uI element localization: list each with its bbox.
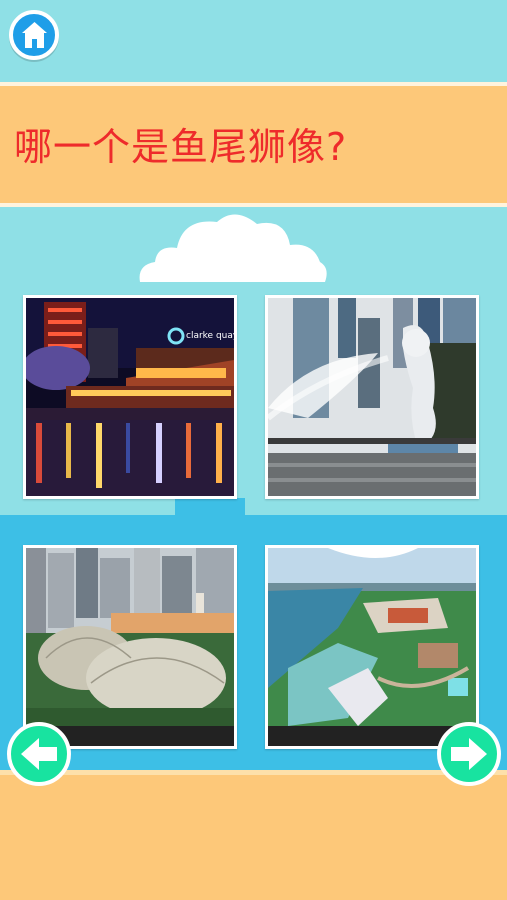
option-sentosa[interactable] <box>265 545 479 749</box>
option-esplanade[interactable] <box>23 545 237 749</box>
sentosa-photo <box>268 548 476 726</box>
prev-button[interactable] <box>7 722 71 786</box>
option-merlion[interactable] <box>265 295 479 499</box>
question-banner: 哪一个是鱼尾狮像? <box>0 82 507 207</box>
home-button[interactable] <box>9 10 59 60</box>
merlion-photo <box>268 298 476 496</box>
question-text: 哪一个是鱼尾狮像? <box>14 125 348 169</box>
esplanade-photo <box>26 548 234 726</box>
building <box>482 535 507 555</box>
home-icon <box>22 22 47 48</box>
option-clarke-quay[interactable]: clarke quay <box>23 295 237 499</box>
arrow-left-icon <box>21 738 57 770</box>
arrow-right-icon <box>451 738 487 770</box>
clarke-quay-sign: clarke quay <box>186 331 234 341</box>
clarke-quay-photo: clarke quay <box>26 298 234 496</box>
next-button[interactable] <box>437 722 501 786</box>
ground-strip <box>0 770 507 900</box>
building <box>175 498 245 548</box>
building <box>0 525 8 555</box>
cloud-decoration <box>139 214 327 282</box>
top-bar <box>0 0 507 82</box>
